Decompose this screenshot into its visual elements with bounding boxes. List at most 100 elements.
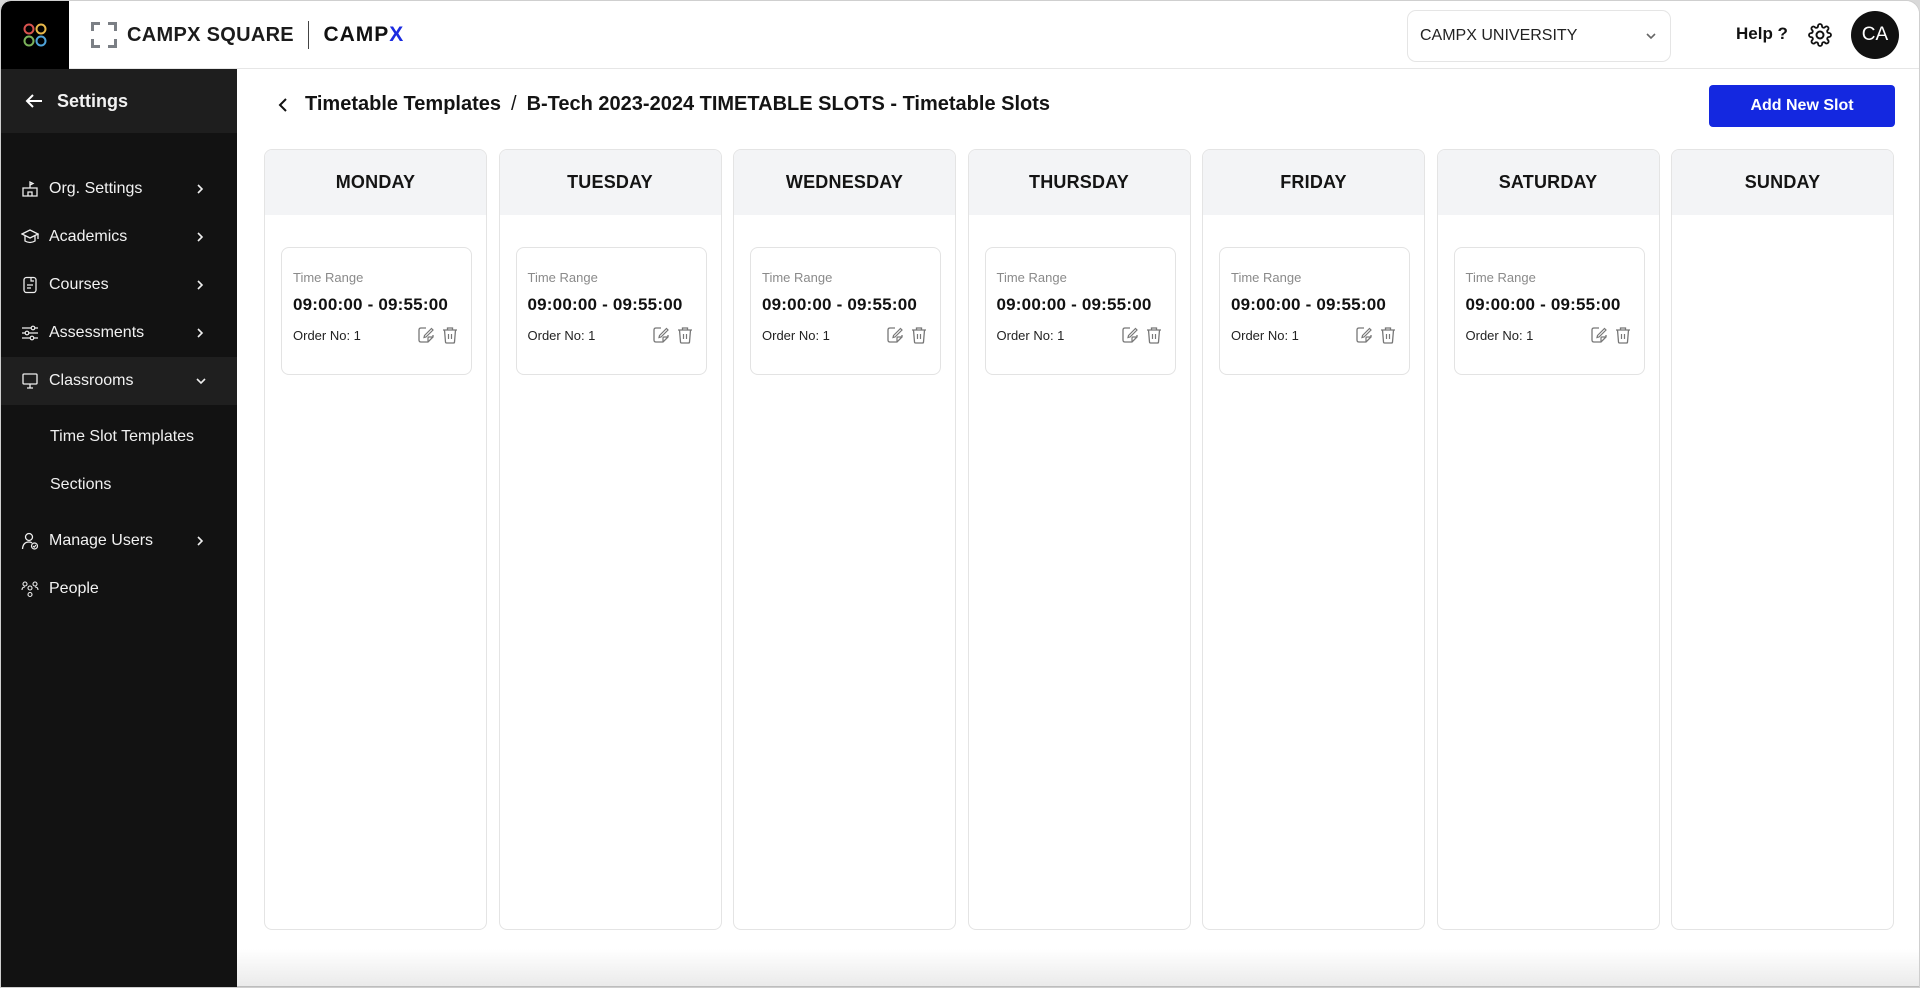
edit-slot-button[interactable] [1120, 325, 1140, 345]
trash-icon [677, 327, 692, 344]
slot-label: Time Range [762, 270, 833, 285]
edit-slot-button[interactable] [416, 325, 436, 345]
graduation-cap-icon [21, 228, 39, 246]
slot-label: Time Range [293, 270, 364, 285]
slot-card[interactable]: Time Range 09:00:00 - 09:55:00 Order No:… [984, 247, 1176, 375]
slot-order-number: Order No: 1 [527, 327, 596, 343]
sidebar-item-org-settings[interactable]: Org. Settings [1, 165, 237, 213]
edit-slot-button[interactable] [1354, 325, 1374, 345]
day-slots: Time Range 09:00:00 - 09:55:00 Order No:… [1438, 215, 1659, 375]
sidebar-nav: Org. Settings Academics Courses Assessme… [1, 133, 237, 613]
slot-footer: Order No: 1 [1231, 325, 1398, 345]
sidebar-item-label: People [49, 580, 99, 597]
sidebar-item-classrooms[interactable]: Classrooms [1, 357, 237, 405]
trash-icon [1146, 327, 1161, 344]
app-window: CAMPX SQUARE CAMPX CAMPX UNIVERSITY Help… [0, 0, 1920, 988]
slot-order-number: Order No: 1 [1231, 327, 1299, 343]
slot-order-number: Order No: 1 [996, 327, 1065, 343]
slot-label: Time Range [1465, 270, 1536, 285]
edit-icon [887, 327, 903, 343]
day-column-monday: MONDAY Time Range 09:00:00 - 09:55:00 Or… [264, 149, 487, 930]
main-content: Timetable Templates / B-Tech 2023-2024 T… [237, 69, 1919, 987]
delete-slot-button[interactable] [675, 325, 695, 345]
slot-time-range: 09:00:00 - 09:55:00 [1465, 295, 1621, 314]
day-header: MONDAY [265, 150, 486, 215]
slot-footer: Order No: 1 [293, 325, 460, 345]
gear-icon[interactable] [1808, 23, 1832, 47]
slot-footer: Order No: 1 [528, 325, 695, 345]
edit-slot-button[interactable] [651, 325, 671, 345]
people-icon [21, 580, 39, 598]
slot-actions [651, 325, 695, 345]
edit-slot-button[interactable] [1589, 325, 1609, 345]
breadcrumb: Timetable Templates / B-Tech 2023-2024 T… [273, 93, 1050, 116]
slot-actions [1589, 325, 1633, 345]
slot-card[interactable]: Time Range 09:00:00 - 09:55:00 Order No:… [750, 247, 941, 375]
sidebar: Settings Org. Settings Academics Courses… [1, 69, 237, 987]
slot-actions [416, 325, 460, 345]
campx-wordmark-prefix: CAMP [323, 23, 390, 46]
delete-slot-button[interactable] [440, 325, 460, 345]
sidebar-item-label: Academics [49, 228, 128, 245]
edit-icon [418, 327, 434, 343]
slot-time-range: 09:00:00 - 09:55:00 [762, 295, 918, 314]
slot-card[interactable]: Time Range 09:00:00 - 09:55:00 Order No:… [515, 247, 707, 375]
help-link[interactable]: Help ? [1736, 24, 1788, 44]
breadcrumb-parent-link[interactable]: Timetable Templates [305, 93, 501, 116]
chevron-right-icon [195, 535, 207, 547]
slot-card[interactable]: Time Range 09:00:00 - 09:55:00 Order No:… [1453, 247, 1645, 375]
edit-slot-button[interactable] [885, 325, 905, 345]
bottom-fade [237, 949, 1919, 987]
trash-icon [443, 327, 457, 344]
edit-icon [1121, 327, 1138, 343]
slot-actions [1354, 325, 1398, 345]
delete-slot-button[interactable] [1613, 325, 1633, 345]
sidebar-subitem-sections[interactable]: Sections [1, 461, 237, 509]
sidebar-item-assessments[interactable]: Assessments [1, 309, 237, 357]
slot-time-range: 09:00:00 - 09:55:00 [293, 295, 449, 314]
sidebar-item-people[interactable]: People [1, 565, 237, 613]
institution-select-value: CAMPX UNIVERSITY [1420, 27, 1578, 44]
weekday-columns: MONDAY Time Range 09:00:00 - 09:55:00 Or… [264, 149, 1894, 930]
sidebar-item-academics[interactable]: Academics [1, 213, 237, 261]
slot-card[interactable]: Time Range 09:00:00 - 09:55:00 Order No:… [1219, 247, 1410, 375]
sidebar-item-label: Classrooms [49, 372, 134, 389]
day-slots: Time Range 09:00:00 - 09:55:00 Order No:… [500, 215, 721, 375]
slot-card[interactable]: Time Range 09:00:00 - 09:55:00 Order No:… [281, 247, 472, 375]
user-check-icon [21, 532, 39, 550]
apps-grid-icon [23, 23, 47, 47]
sidebar-item-label: Org. Settings [49, 180, 143, 197]
user-avatar[interactable]: CA [1851, 11, 1899, 59]
slot-label: Time Range [1231, 270, 1302, 285]
slot-order-number: Order No: 1 [293, 327, 361, 343]
day-column-sunday: SUNDAY [1671, 149, 1894, 930]
brand-logo: CAMPX SQUARE CAMPX [91, 21, 404, 49]
arrow-left-icon [25, 94, 42, 108]
slot-time-range: 09:00:00 - 09:55:00 [1231, 295, 1387, 314]
delete-slot-button[interactable] [909, 325, 929, 345]
day-slots: Time Range 09:00:00 - 09:55:00 Order No:… [734, 215, 955, 375]
sidebar-subitem-time-slot-templates[interactable]: Time Slot Templates [1, 413, 237, 461]
sliders-icon [21, 324, 39, 342]
delete-slot-button[interactable] [1378, 325, 1398, 345]
breadcrumb-separator: / [511, 93, 517, 115]
add-new-slot-button[interactable]: Add New Slot [1709, 85, 1895, 127]
edit-icon [1590, 327, 1607, 343]
institution-select[interactable]: CAMPX UNIVERSITY [1407, 10, 1671, 62]
trash-icon [1381, 327, 1395, 344]
sidebar-item-courses[interactable]: Courses [1, 261, 237, 309]
sidebar-item-label: Courses [49, 276, 109, 293]
slot-actions [1120, 325, 1164, 345]
slot-label: Time Range [527, 270, 598, 285]
document-icon [21, 276, 39, 294]
delete-slot-button[interactable] [1144, 325, 1164, 345]
day-slots [1672, 215, 1893, 247]
sidebar-item-manage-users[interactable]: Manage Users [1, 517, 237, 565]
back-button[interactable] [273, 95, 293, 115]
brand-divider [307, 21, 310, 49]
back-to-settings[interactable]: Settings [1, 69, 237, 133]
day-column-friday: FRIDAY Time Range 09:00:00 - 09:55:00 Or… [1202, 149, 1425, 930]
chevron-right-icon [195, 231, 207, 243]
day-column-saturday: SATURDAY Time Range 09:00:00 - 09:55:00 … [1436, 149, 1660, 930]
apps-menu-button[interactable] [1, 1, 69, 69]
